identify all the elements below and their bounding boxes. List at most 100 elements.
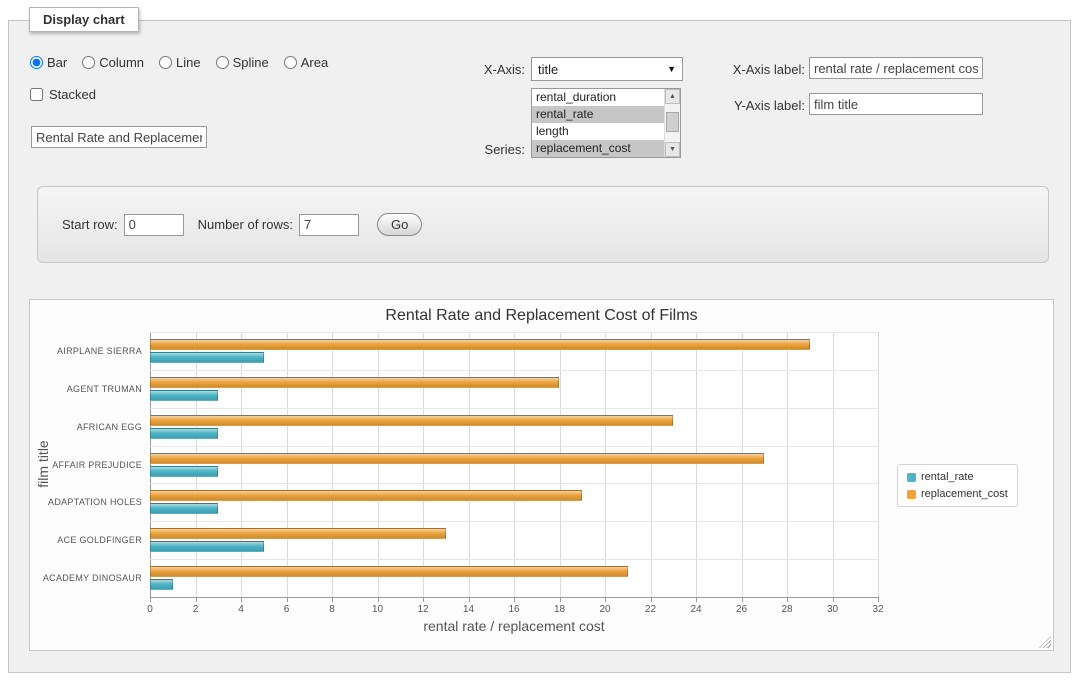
bar-replacement_cost[interactable] [150,339,810,350]
y-gridline [150,332,878,333]
y-gridline [150,559,878,560]
bar-rental_rate[interactable] [150,352,264,363]
scrollbar-thumb[interactable] [666,112,679,132]
y-axis-label-input[interactable] [809,93,983,115]
radio-line-input[interactable] [159,56,172,69]
y-gridline [150,521,878,522]
category-label: ACADEMY DINOSAUR [43,573,142,583]
bar-rental_rate[interactable] [150,390,218,401]
radio-area[interactable]: Area [284,55,328,70]
chart-type-radios: Bar Column Line Spline Area [30,55,328,70]
x-tick-label: 0 [147,604,153,615]
radio-bar[interactable]: Bar [30,55,67,70]
radio-area-input[interactable] [284,56,297,69]
x-tickmark [287,597,288,602]
series-option-rental-rate[interactable]: rental_rate [532,106,664,123]
legend-swatch [907,473,916,482]
x-axis-selected-value: title [538,62,558,77]
x-tick-label: 8 [329,604,335,615]
x-gridline [469,332,470,597]
scroll-up-icon[interactable]: ▲ [665,89,680,104]
bar-rental_rate[interactable] [150,428,218,439]
chart-y-axis-title: film title [35,364,51,564]
radio-spline-label: Spline [233,55,269,70]
radio-bar-label: Bar [47,55,67,70]
x-tickmark [696,597,697,602]
x-tick-label: 10 [372,604,383,615]
bar-replacement_cost[interactable] [150,566,628,577]
legend-item[interactable]: replacement_cost [907,488,1008,500]
bar-rental_rate[interactable] [150,503,218,514]
x-axis-select[interactable]: title ▼ [531,57,683,81]
x-gridline [696,332,697,597]
category-label: AFFAIR PREJUDICE [52,460,142,470]
radio-spline-input[interactable] [216,56,229,69]
x-gridline [378,332,379,597]
x-axis-select-label: X-Axis: [409,62,525,77]
x-tick-label: 18 [554,604,565,615]
legend-label: replacement_cost [921,488,1008,500]
category-label: AGENT TRUMAN [67,384,142,394]
x-tickmark [469,597,470,602]
bar-rental_rate[interactable] [150,466,218,477]
radio-column-input[interactable] [82,56,95,69]
chart-title-input[interactable] [31,126,207,148]
number-of-rows-input[interactable] [299,214,359,236]
scrollbar-track[interactable] [665,104,680,142]
x-tickmark [651,597,652,602]
bar-replacement_cost[interactable] [150,490,582,501]
bar-rental_rate[interactable] [150,541,264,552]
x-tick-label: 14 [463,604,474,615]
x-gridline [742,332,743,597]
category-label: AIRPLANE SIERRA [57,346,142,356]
radio-line[interactable]: Line [159,55,201,70]
series-option-rental-duration[interactable]: rental_duration [532,89,664,106]
bar-replacement_cost[interactable] [150,453,764,464]
bar-replacement_cost[interactable] [150,528,446,539]
category-label: ADAPTATION HOLES [48,497,142,507]
x-tick-label: 2 [193,604,199,615]
x-gridline [241,332,242,597]
category-label: ACE GOLDFINGER [57,535,142,545]
row-controls-panel: Start row: Number of rows: Go [37,186,1049,263]
start-row-input[interactable] [124,214,184,236]
bar-replacement_cost[interactable] [150,415,673,426]
radio-bar-input[interactable] [30,56,43,69]
dropdown-arrow-icon: ▼ [667,64,676,74]
series-option-replacement-cost[interactable]: replacement_cost [532,140,664,157]
x-tick-label: 12 [417,604,428,615]
series-scrollbar[interactable]: ▲ ▼ [664,89,680,157]
bar-replacement_cost[interactable] [150,377,559,388]
scroll-down-icon[interactable]: ▼ [665,142,680,157]
x-gridline [150,332,151,597]
category-label: AFRICAN EGG [77,422,142,432]
resize-handle[interactable] [1039,636,1051,648]
x-tickmark [241,597,242,602]
radio-column[interactable]: Column [82,55,144,70]
stacked-checkbox[interactable] [30,88,43,101]
y-gridline [150,408,878,409]
radio-spline[interactable]: Spline [216,55,269,70]
legend-item[interactable]: rental_rate [907,471,1008,483]
series-option-length[interactable]: length [532,123,664,140]
display-chart-fieldset: Display chart Bar Column Line Spline Are… [8,20,1071,673]
y-gridline [150,483,878,484]
x-tick-label: 26 [736,604,747,615]
x-axis-label-input[interactable] [809,57,983,79]
series-listbox[interactable]: rental_duration rental_rate length repla… [531,88,681,158]
x-gridline [423,332,424,597]
x-gridline [514,332,515,597]
x-tick-label: 32 [872,604,883,615]
x-tick-label: 24 [690,604,701,615]
series-listbox-label: Series: [429,142,525,157]
go-button[interactable]: Go [377,213,422,236]
chart-title: Rental Rate and Replacement Cost of Film… [30,307,1053,325]
x-tickmark [514,597,515,602]
x-gridline [332,332,333,597]
x-tick-label: 16 [508,604,519,615]
x-tickmark [196,597,197,602]
x-axis-label-field-label: X-Axis label: [709,62,805,77]
stacked-checkbox-row[interactable]: Stacked [30,87,96,102]
legend-swatch [907,490,916,499]
bar-rental_rate[interactable] [150,579,173,590]
